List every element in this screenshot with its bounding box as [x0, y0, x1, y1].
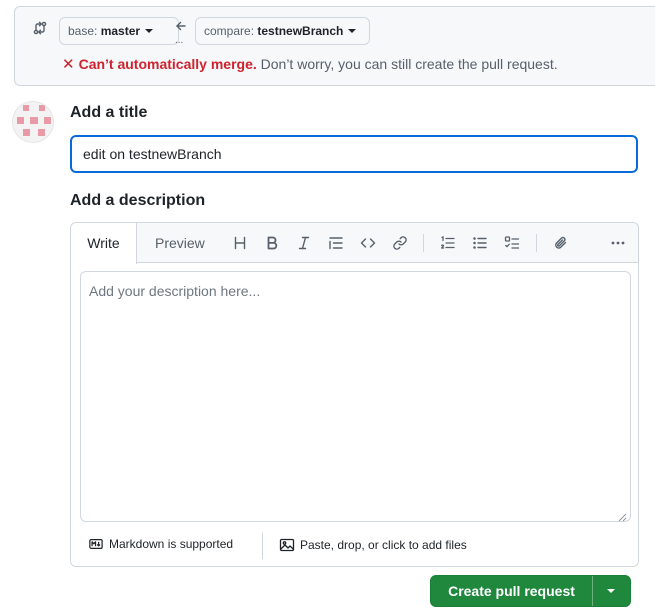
ellipsis: ... — [175, 35, 184, 46]
avatar — [12, 101, 54, 143]
create-pull-request-button: Create pull request — [430, 575, 631, 607]
markdown-icon — [89, 539, 103, 549]
base-branch-button[interactable]: base: master — [59, 17, 179, 45]
chevron-down-icon — [607, 589, 615, 593]
heading-icon[interactable] — [232, 235, 248, 251]
markdown-note[interactable]: Markdown is supported — [88, 537, 233, 551]
create-options-dropdown[interactable] — [593, 576, 630, 606]
italic-icon[interactable] — [296, 235, 312, 251]
tab-write[interactable]: Write — [71, 223, 137, 264]
arrow-left-icon — [175, 19, 187, 31]
description-textarea[interactable] — [80, 271, 631, 522]
code-icon[interactable] — [360, 235, 376, 251]
toolbar-divider — [536, 234, 537, 252]
resize-grip-icon[interactable] — [617, 509, 627, 522]
bold-icon[interactable] — [264, 235, 280, 251]
description-heading: Add a description — [70, 192, 206, 209]
markdown-editor: Write Preview Add your description here.… — [70, 222, 639, 567]
x-icon: ✕ — [62, 56, 75, 73]
markdown-note-label: Markdown is supported — [109, 537, 234, 551]
tab-preview[interactable]: Preview — [155, 223, 205, 263]
chevron-down-icon — [348, 29, 357, 33]
task-list-icon[interactable] — [504, 235, 520, 251]
compare-arrows-icon — [32, 20, 48, 36]
compare-label: compare: — [204, 24, 258, 38]
attach-note-label: Paste, drop, or click to add files — [300, 538, 467, 552]
attach-icon[interactable] — [553, 235, 569, 251]
ordered-list-icon[interactable] — [440, 235, 456, 251]
merge-status-strong: Can’t automatically merge. — [78, 56, 257, 72]
compare-branch-button[interactable]: compare: testnewBranch — [195, 17, 370, 45]
base-value: master — [100, 24, 141, 38]
title-input[interactable] — [70, 135, 638, 173]
create-pull-request-label[interactable]: Create pull request — [431, 576, 592, 606]
unordered-list-icon[interactable] — [472, 235, 488, 251]
editor-toolbar: Write Preview — [71, 223, 638, 264]
editor-footer: Markdown is supported Paste, drop, or cl… — [71, 529, 638, 567]
title-heading: Add a title — [70, 104, 148, 121]
quote-icon[interactable] — [328, 235, 344, 251]
merge-status-message: Don’t worry, you can still create the pu… — [256, 56, 558, 72]
merge-status: ✕ Can’t automatically merge. Don’t worry,… — [62, 55, 558, 73]
compare-value: testnewBranch — [257, 24, 344, 38]
attach-files-button[interactable]: Paste, drop, or click to add files — [279, 537, 467, 553]
chevron-down-icon — [145, 29, 154, 33]
compare-box: base: master ... compare: testnewBranch … — [14, 6, 655, 86]
base-label: base: — [68, 24, 101, 38]
footer-divider — [262, 533, 263, 559]
image-icon — [279, 538, 295, 552]
link-icon[interactable] — [392, 235, 408, 251]
more-icon[interactable] — [610, 235, 626, 251]
toolbar-divider — [423, 234, 424, 252]
